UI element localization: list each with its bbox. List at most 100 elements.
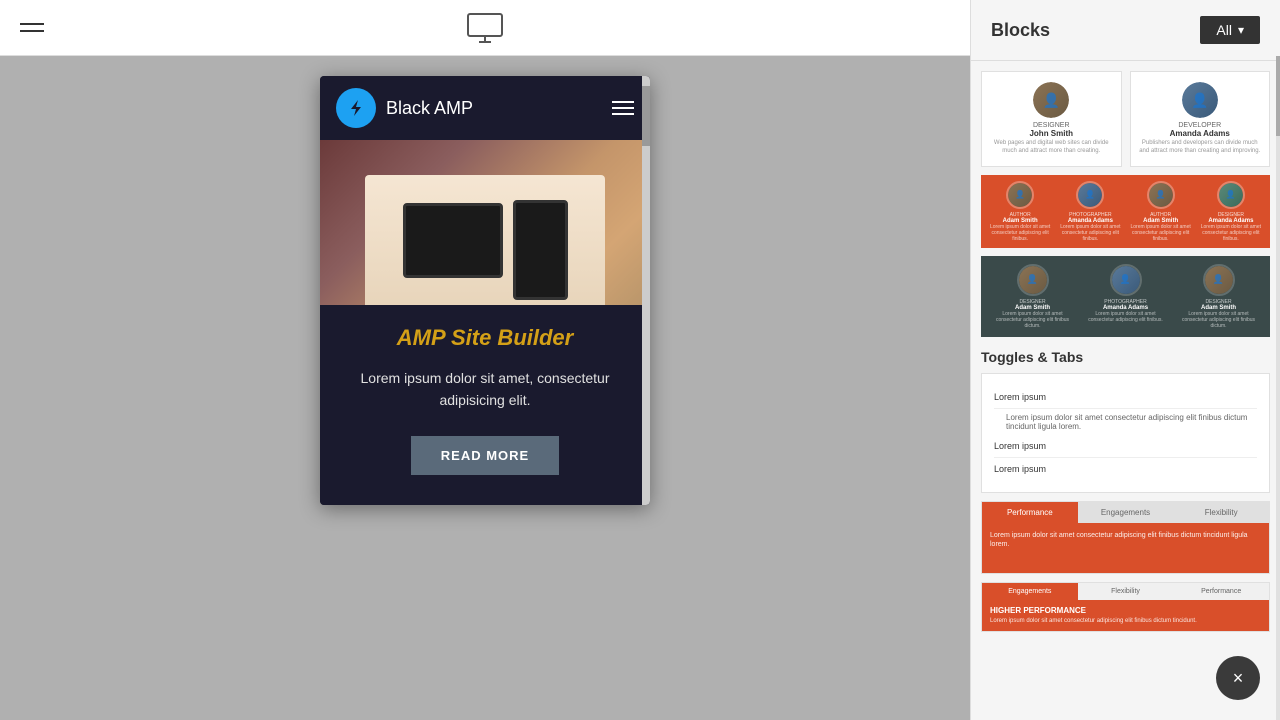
logo-text: Black AMP bbox=[386, 98, 473, 119]
preview-logo: Black AMP bbox=[336, 88, 473, 128]
right-sidebar: Blocks All 👤 DESIGNER John Smith Web pag… bbox=[970, 0, 1280, 720]
tabs-header-1: Performance Engagements Flexibility bbox=[982, 502, 1269, 523]
team-role-amanda: DEVELOPER bbox=[1139, 122, 1262, 129]
team-card-orange-4: 👤 DESIGNER Amanda Adams Lorem ipsum dolo… bbox=[1198, 181, 1264, 242]
tabs-content-body-2: Lorem ipsum dolor sit amet consectetur a… bbox=[990, 618, 1261, 626]
preview-hero-image bbox=[320, 140, 650, 305]
sidebar-header: Blocks All bbox=[971, 0, 1280, 61]
team-3-card-block: 👤 DESIGNER Adam Smith Lorem ipsum dolor … bbox=[981, 256, 1270, 337]
team-card-dark-1: 👤 DESIGNER Adam Smith Lorem ipsum dolor … bbox=[989, 264, 1076, 329]
orange-desc-2: Lorem ipsum dolor sit amet consectetur a… bbox=[1057, 224, 1123, 242]
team-name-amanda: Amanda Adams bbox=[1139, 129, 1262, 138]
dark-avatar-img-2: 👤 bbox=[1112, 266, 1140, 294]
team-card-john: 👤 DESIGNER John Smith Web pages and digi… bbox=[981, 71, 1122, 167]
all-filter-dropdown[interactable]: All bbox=[1200, 16, 1260, 44]
canvas-area: Black AMP AMP Site Builder Lorem ipsum d bbox=[0, 56, 970, 720]
dark-desc-1: Lorem ipsum dolor sit amet consectetur a… bbox=[989, 311, 1076, 329]
hamburger-menu-button[interactable] bbox=[20, 23, 44, 32]
orange-avatar-2: 👤 bbox=[1076, 181, 1104, 209]
tabs-header-2: Engagements Flexibility Performance bbox=[982, 583, 1269, 600]
orange-desc-4: Lorem ipsum dolor sit amet consectetur a… bbox=[1198, 224, 1264, 242]
orange-avatar-1: 👤 bbox=[1006, 181, 1034, 209]
toggle-item-1[interactable]: Lorem ipsum bbox=[994, 386, 1257, 409]
avatar-amanda: 👤 bbox=[1182, 82, 1218, 118]
menu-line-1 bbox=[612, 101, 634, 103]
preview-header: Black AMP bbox=[320, 76, 650, 140]
preview-title: AMP Site Builder bbox=[340, 325, 630, 351]
team-card-amanda: 👤 DEVELOPER Amanda Adams Publishers and … bbox=[1130, 71, 1271, 167]
toggle-item-3[interactable]: Lorem ipsum bbox=[994, 458, 1257, 480]
dark-avatar-img-1: 👤 bbox=[1019, 266, 1047, 294]
sidebar-scrollbar-track[interactable] bbox=[1276, 56, 1280, 720]
toggle-content-1: Lorem ipsum dolor sit amet consectetur a… bbox=[994, 409, 1257, 435]
close-button[interactable]: × bbox=[1216, 656, 1260, 700]
lightning-icon bbox=[346, 98, 366, 118]
person-icon: 👤 bbox=[1182, 82, 1218, 118]
tabs-content-2: HIGHER PERFORMANCE Lorem ipsum dolor sit… bbox=[982, 600, 1269, 632]
team-desc-amanda: Publishers and developers can divide muc… bbox=[1139, 140, 1262, 156]
team-2-card-block: 👤 DESIGNER John Smith Web pages and digi… bbox=[981, 71, 1270, 167]
person-icon: 👤 bbox=[1033, 82, 1069, 118]
preview-menu-button[interactable] bbox=[612, 101, 634, 115]
team-4-card-block: 👤 AUTHOR Adam Smith Lorem ipsum dolor si… bbox=[981, 175, 1270, 248]
read-more-button[interactable]: READ MORE bbox=[411, 436, 559, 475]
hamburger-line-1 bbox=[20, 23, 44, 25]
orange-avatar-img-3: 👤 bbox=[1149, 183, 1173, 207]
hero-devices bbox=[365, 175, 605, 305]
menu-line-3 bbox=[612, 113, 634, 115]
tabs-block-2: Engagements Flexibility Performance HIGH… bbox=[981, 582, 1270, 633]
team-name-john: John Smith bbox=[990, 129, 1113, 138]
mobile-preview: Black AMP AMP Site Builder Lorem ipsum d bbox=[320, 76, 650, 505]
main-area: Black AMP AMP Site Builder Lorem ipsum d bbox=[0, 0, 970, 720]
team-card-dark-2: 👤 PHOTOGRAPHER Amanda Adams Lorem ipsum … bbox=[1082, 264, 1169, 329]
tabs-body-text-1: Lorem ipsum dolor sit amet consectetur a… bbox=[990, 531, 1261, 551]
sidebar-title: Blocks bbox=[991, 20, 1050, 41]
tab-performance[interactable]: Performance bbox=[982, 502, 1078, 523]
avatar-image-amanda: 👤 bbox=[1182, 82, 1218, 118]
toolbar bbox=[0, 0, 970, 56]
tab-performance-2[interactable]: Performance bbox=[1173, 583, 1269, 600]
dark-desc-3: Lorem ipsum dolor sit amet consectetur a… bbox=[1175, 311, 1262, 329]
sidebar-content[interactable]: 👤 DESIGNER John Smith Web pages and digi… bbox=[971, 61, 1280, 720]
tab-engagements-2[interactable]: Engagements bbox=[982, 583, 1078, 600]
preview-scrollbar[interactable] bbox=[642, 76, 650, 505]
preview-content: AMP Site Builder Lorem ipsum dolor sit a… bbox=[320, 305, 650, 505]
team-card-orange-3: 👤 AUTHOR Adam Smith Lorem ipsum dolor si… bbox=[1128, 181, 1194, 242]
team-card-orange-2: 👤 PHOTOGRAPHER Amanda Adams Lorem ipsum … bbox=[1057, 181, 1123, 242]
monitor-icon bbox=[467, 13, 503, 43]
team-role-john: DESIGNER bbox=[990, 122, 1113, 129]
orange-avatar-3: 👤 bbox=[1147, 181, 1175, 209]
tabs-block-1: Performance Engagements Flexibility Lore… bbox=[981, 501, 1270, 574]
logo-icon bbox=[336, 88, 376, 128]
tab-flexibility[interactable]: Flexibility bbox=[1173, 502, 1269, 523]
team-card-orange-1: 👤 AUTHOR Adam Smith Lorem ipsum dolor si… bbox=[987, 181, 1053, 242]
team-card-dark-3: 👤 DESIGNER Adam Smith Lorem ipsum dolor … bbox=[1175, 264, 1262, 329]
dark-desc-2: Lorem ipsum dolor sit amet consectetur a… bbox=[1082, 311, 1169, 323]
tab-flexibility-2[interactable]: Flexibility bbox=[1078, 583, 1174, 600]
dark-avatar-2: 👤 bbox=[1110, 264, 1142, 296]
tab-engagements[interactable]: Engagements bbox=[1078, 502, 1174, 523]
team-desc-john: Web pages and digital web sites can divi… bbox=[990, 140, 1113, 156]
orange-avatar-img-1: 👤 bbox=[1008, 183, 1032, 207]
toggles-tabs-section-label: Toggles & Tabs bbox=[981, 349, 1270, 365]
avatar-image-john: 👤 bbox=[1033, 82, 1069, 118]
dark-avatar-1: 👤 bbox=[1017, 264, 1049, 296]
toggle-item-2[interactable]: Lorem ipsum bbox=[994, 435, 1257, 458]
dark-avatar-img-3: 👤 bbox=[1205, 266, 1233, 294]
menu-line-2 bbox=[612, 107, 634, 109]
avatar-john: 👤 bbox=[1033, 82, 1069, 118]
dark-avatar-3: 👤 bbox=[1203, 264, 1235, 296]
toggle-accordion-block: Lorem ipsum Lorem ipsum dolor sit amet c… bbox=[981, 373, 1270, 493]
hamburger-line-2 bbox=[20, 30, 44, 32]
orange-avatar-4: 👤 bbox=[1217, 181, 1245, 209]
orange-desc-1: Lorem ipsum dolor sit amet consectetur a… bbox=[987, 224, 1053, 242]
tabs-content-title-2: HIGHER PERFORMANCE bbox=[990, 606, 1261, 615]
device-preview-toggle[interactable] bbox=[467, 13, 503, 43]
sidebar-scrollbar-thumb bbox=[1276, 56, 1280, 136]
preview-body-text: Lorem ipsum dolor sit amet, consectetur … bbox=[340, 367, 630, 412]
tabs-content-1: Lorem ipsum dolor sit amet consectetur a… bbox=[982, 523, 1269, 573]
orange-desc-3: Lorem ipsum dolor sit amet consectetur a… bbox=[1128, 224, 1194, 242]
orange-avatar-img-2: 👤 bbox=[1078, 183, 1102, 207]
phone-device bbox=[513, 200, 568, 300]
preview-scrollbar-thumb bbox=[642, 86, 650, 146]
